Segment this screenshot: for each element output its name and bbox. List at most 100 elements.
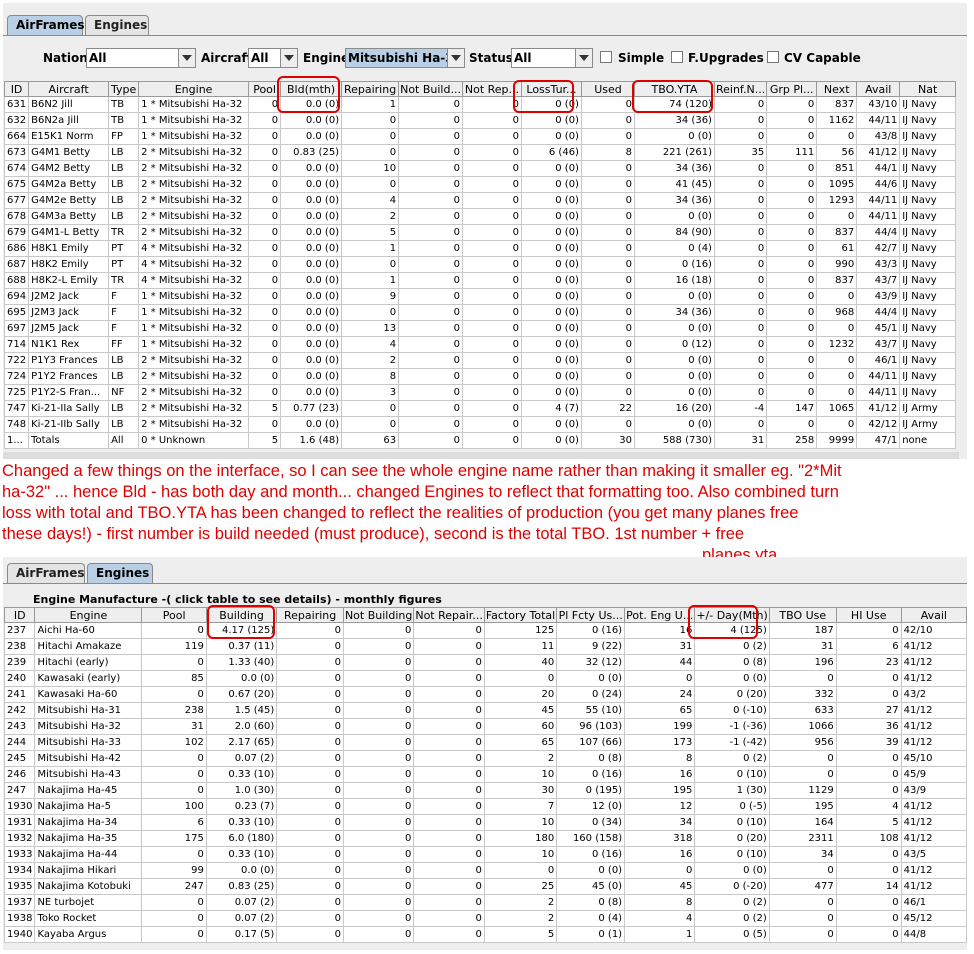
table-cell: Nakajima Ha-5: [34, 798, 143, 815]
table-row[interactable]: 241 Kawasaki Ha-60 0 0.67 (20) 0 0 0 20 0 (24) 24…: [3, 686, 968, 703]
table-cell: 65: [483, 734, 558, 751]
table-row[interactable]: 631 B6N2 Jill TB 1 * Mitsubishi Ha-32 0 0.0 (…: [3, 96, 957, 113]
table-row[interactable]: 697 J2M5 Jack F 1 * Mitsubishi Ha-32 0 0.0 (0…: [3, 320, 957, 337]
cv-capable-checkbox[interactable]: [767, 51, 779, 63]
simple-checkbox[interactable]: [600, 51, 612, 63]
table-row[interactable]: 687 H8K2 Emily PT 4 * Mitsubishi Ha-32 0 0.0 …: [3, 256, 957, 273]
table-row[interactable]: 695 J2M3 Jack F 1 * Mitsubishi Ha-32 0 0.0 (0…: [3, 304, 957, 321]
table-row[interactable]: 675 G4M2a Betty LB 2 * Mitsubishi Ha-32 0 0.0…: [3, 176, 957, 193]
table-row[interactable]: 632 B6N2a Jill TB 1 * Mitsubishi Ha-32 0 0.0 …: [3, 112, 957, 129]
engine-table[interactable]: ID Engine Pool Building Repairing Not Buildin…: [3, 607, 968, 943]
column-header[interactable]: Pot. Eng U...: [624, 607, 696, 623]
table-row[interactable]: 724 P1Y2 Frances LB 2 * Mitsubishi Ha-32 0 0.…: [3, 368, 957, 385]
column-header[interactable]: Not Building: [342, 607, 415, 623]
table-row[interactable]: 1938 Toko Rocket 0 0.07 (2) 0 0 0 2 0 (4) 4 0 (2) 0…: [3, 910, 968, 927]
table-row[interactable]: 244 Mitsubishi Ha-33 102 2.17 (65) 0 0 0 65 107 …: [3, 734, 968, 751]
table-cell: 34 (36): [633, 112, 715, 129]
table-row[interactable]: 1930 Nakajima Ha-5 100 0.23 (7) 0 0 0 7 12 (0) 12…: [3, 798, 968, 815]
table-row[interactable]: 678 G4M3a Betty LB 2 * Mitsubishi Ha-32 0 0.0…: [3, 208, 957, 225]
horizontal-scrollbar[interactable]: [3, 452, 959, 459]
column-header[interactable]: Type: [108, 81, 140, 97]
chevron-down-icon[interactable]: [575, 49, 592, 67]
table-row[interactable]: 245 Mitsubishi Ha-42 0 0.07 (2) 0 0 0 2 0 (8) 8 0 …: [3, 750, 968, 767]
column-header[interactable]: Not Build...: [398, 81, 463, 97]
table-row[interactable]: 1... Totals All 0 * Unknown 5 1.6 (48) 63 0 0 0 (…: [3, 432, 957, 449]
table-cell: 0: [461, 192, 522, 209]
table-row[interactable]: 674 G4M2 Betty LB 2 * Mitsubishi Ha-32 0 0.0 …: [3, 160, 957, 177]
column-header[interactable]: Pl Fcty Us...: [556, 607, 626, 623]
table-row[interactable]: 679 G4M1-L Betty TR 2 * Mitsubishi Ha-32 0 0.…: [3, 224, 957, 241]
nation-select[interactable]: All: [86, 48, 196, 68]
column-header[interactable]: Pool: [248, 81, 282, 97]
column-header[interactable]: HI Use: [835, 607, 902, 623]
column-header[interactable]: Reinf.N...: [713, 81, 768, 97]
fupgrades-checkbox[interactable]: [671, 51, 683, 63]
tab-airframes[interactable]: AirFrames: [7, 15, 85, 35]
table-row[interactable]: 722 P1Y3 Frances LB 2 * Mitsubishi Ha-32 0 0.…: [3, 352, 957, 369]
table-cell: 0: [816, 288, 858, 305]
engine-select[interactable]: Mitsubishi Ha-32: [345, 48, 465, 68]
airframe-table[interactable]: ID Aircraft Type Engine Pool Bld(mth) Repairin…: [3, 81, 957, 449]
column-header[interactable]: Repairing: [341, 81, 400, 97]
table-row[interactable]: 238 Hitachi Amakaze 119 0.37 (11) 0 0 0 11 9 (22…: [3, 638, 968, 655]
column-header[interactable]: Avail: [900, 607, 968, 623]
table-cell: 247: [3, 782, 36, 799]
table-row[interactable]: 1935 Nakajima Kotobuki 247 0.83 (25) 0 0 0 25 45…: [3, 878, 968, 895]
table-row[interactable]: 694 J2M2 Jack F 1 * Mitsubishi Ha-32 0 0.0 (0…: [3, 288, 957, 305]
table-cell: 44/11: [856, 192, 901, 209]
table-row[interactable]: 1931 Nakajima Ha-34 6 0.33 (10) 0 0 0 10 0 (34) 3…: [3, 814, 968, 831]
table-cell: 0 (195): [556, 782, 626, 799]
table-row[interactable]: 237 Aichi Ha-60 0 4.17 (125) 0 0 0 125 0 (16) 16 4…: [3, 622, 968, 639]
table-row[interactable]: 664 E15K1 Norm FP 1 * Mitsubishi Ha-32 0 0.0 …: [3, 128, 957, 145]
column-header[interactable]: ID: [3, 607, 36, 623]
column-header[interactable]: Used: [580, 81, 635, 97]
tab-engines[interactable]: Engines: [85, 15, 149, 35]
column-header[interactable]: Aircraft: [28, 81, 110, 97]
column-header[interactable]: TBO Use: [768, 607, 837, 623]
table-cell: 0 (0): [633, 352, 715, 369]
table-row[interactable]: 242 Mitsubishi Ha-31 238 1.5 (45) 0 0 0 45 55 (1…: [3, 702, 968, 719]
table-row[interactable]: 239 Hitachi (early) 0 1.33 (40) 0 0 0 40 32 (12)…: [3, 654, 968, 671]
column-header[interactable]: Repairing: [276, 607, 344, 623]
column-header[interactable]: Avail: [856, 81, 901, 97]
column-header[interactable]: ID: [3, 81, 30, 97]
column-header[interactable]: Pool: [141, 607, 207, 623]
table-row[interactable]: 677 G4M2e Betty LB 2 * Mitsubishi Ha-32 0 0.0…: [3, 192, 957, 209]
highlight-loss-column: [513, 80, 574, 113]
tab-engines[interactable]: Engines: [87, 563, 153, 583]
table-row[interactable]: 1937 NE turbojet 0 0.07 (2) 0 0 0 2 0 (8) 8 0 (2) 0…: [3, 894, 968, 911]
column-header[interactable]: Grp Pl...: [766, 81, 818, 97]
aircraft-select[interactable]: All: [248, 48, 298, 68]
table-row[interactable]: 240 Kawasaki (early) 85 0.0 (0) 0 0 0 0 0 (0) 0 0 …: [3, 670, 968, 687]
chevron-down-icon[interactable]: [280, 49, 297, 67]
table-row[interactable]: 747 Ki-21-IIa Sally LB 2 * Mitsubishi Ha-32…: [3, 400, 957, 417]
column-header[interactable]: Nat: [899, 81, 957, 97]
column-header[interactable]: Engine: [138, 81, 250, 97]
table-row[interactable]: 1934 Nakajima Hikari 99 0.0 (0) 0 0 0 0 0 (0) 0 0 …: [3, 862, 968, 879]
table-row[interactable]: 686 H8K1 Emily PT 4 * Mitsubishi Ha-32 0 0.0 …: [3, 240, 957, 257]
column-header[interactable]: Engine: [34, 607, 143, 623]
table-cell: 0.33 (10): [205, 814, 278, 831]
table-row[interactable]: 243 Mitsubishi Ha-32 31 2.0 (60) 0 0 0 60 96 (10…: [3, 718, 968, 735]
table-cell: 41/12: [900, 638, 968, 655]
column-header[interactable]: Next: [816, 81, 858, 97]
table-cell: 0: [276, 766, 344, 783]
chevron-down-icon[interactable]: [178, 49, 195, 67]
table-row[interactable]: 1933 Nakajima Ha-44 0 0.33 (10) 0 0 0 10 0 (16) 1…: [3, 846, 968, 863]
column-header[interactable]: Factory Total: [483, 607, 558, 623]
table-row[interactable]: 1940 Kayaba Argus 0 0.17 (5) 0 0 0 5 0 (1) 1 0 (5)…: [3, 926, 968, 943]
status-select[interactable]: All: [511, 48, 593, 68]
table-row[interactable]: 725 P1Y2-S Fran... NF 2 * Mitsubishi Ha-32 0…: [3, 384, 957, 401]
table-cell: 42/12: [856, 416, 901, 433]
table-cell: 0: [816, 384, 858, 401]
column-header[interactable]: Not Repair...: [413, 607, 485, 623]
table-row[interactable]: 673 G4M1 Betty LB 2 * Mitsubishi Ha-32 0 0.83…: [3, 144, 957, 161]
table-row[interactable]: 714 N1K1 Rex FF 1 * Mitsubishi Ha-32 0 0.0 (0…: [3, 336, 957, 353]
table-row[interactable]: 246 Mitsubishi Ha-43 0 0.33 (10) 0 0 0 10 0 (16)…: [3, 766, 968, 783]
table-row[interactable]: 748 Ki-21-IIb Sally LB 2 * Mitsubishi Ha-32…: [3, 416, 957, 433]
table-row[interactable]: 247 Nakajima Ha-45 0 1.0 (30) 0 0 0 30 0 (195) 19…: [3, 782, 968, 799]
chevron-down-icon[interactable]: [447, 49, 464, 67]
tab-airframes[interactable]: AirFrames: [7, 563, 85, 583]
table-row[interactable]: 688 H8K2-L Emily TR 4 * Mitsubishi Ha-32 0 0.…: [3, 272, 957, 289]
table-row[interactable]: 1932 Nakajima Ha-35 175 6.0 (180) 0 0 0 180 160 …: [3, 830, 968, 847]
